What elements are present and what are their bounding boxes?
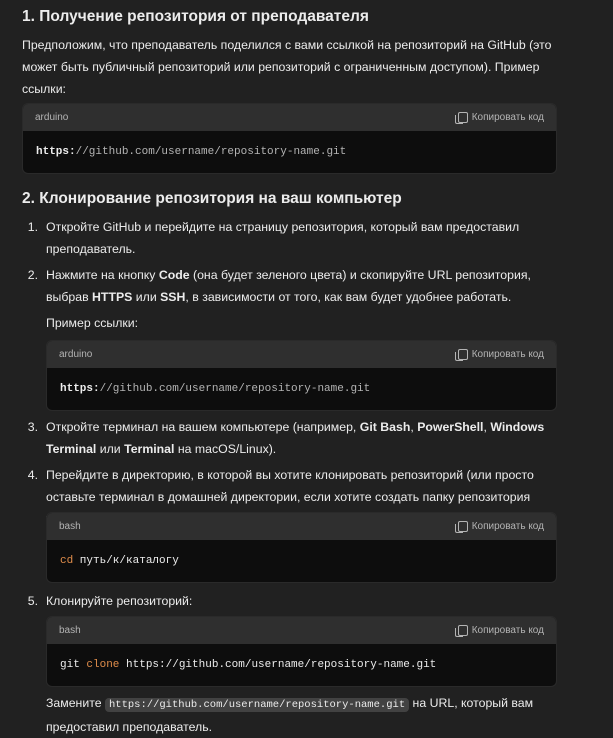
list-item: 5. Клонируйте репозиторий: — [22, 590, 556, 612]
copy-code-button[interactable]: Копировать код — [454, 620, 544, 642]
bold-text: Terminal — [124, 442, 175, 456]
text-run: на macOS/Linux). — [174, 442, 277, 456]
text-run: Нажмите на кнопку — [46, 268, 159, 282]
section-1-heading: 1. Получение репозитория от преподавател… — [22, 8, 369, 25]
copy-label: Копировать код — [471, 111, 544, 123]
code-language: bash — [59, 624, 81, 636]
code-language: arduino — [35, 111, 69, 123]
example-label-row: Пример ссылки: — [22, 312, 556, 334]
list-number: 2. — [27, 268, 38, 282]
copy-code-button[interactable]: Копировать код — [454, 516, 544, 538]
list-item-text: Откройте GitHub и перейдите на страницу … — [46, 220, 520, 256]
copy-icon — [454, 112, 468, 124]
bold-text: Code — [158, 268, 190, 282]
list-item: 1. Откройте GitHub и перейдите на страни… — [22, 216, 556, 260]
list-number: 4. — [27, 468, 38, 482]
code-token: git — [60, 659, 87, 671]
list-item-text: Клонируйте репозиторий: — [46, 594, 193, 608]
copy-icon — [454, 521, 468, 533]
code-block-1: arduino Копировать код https://github.co… — [22, 103, 557, 174]
bold-text: HTTPS — [92, 290, 133, 304]
copy-label: Копировать код — [471, 348, 544, 360]
code-token: https: — [36, 146, 76, 158]
code-content[interactable]: git clone https://github.com/username/re… — [47, 644, 556, 686]
copy-code-button[interactable]: Копировать код — [454, 107, 544, 129]
bold-text: PowerShell — [417, 420, 484, 434]
code-header: arduino Копировать код — [23, 104, 556, 131]
code-language: bash — [59, 520, 81, 532]
copy-label: Копировать код — [471, 520, 544, 532]
code-token: https://github.com/username/repository-n… — [119, 659, 437, 671]
section-1-paragraph: Предположим, что преподаватель поделился… — [22, 38, 552, 96]
text-run: Замените — [46, 696, 105, 710]
code-language: arduino — [59, 348, 93, 360]
copy-icon — [454, 349, 468, 361]
text-run: Откройте терминал на вашем компьютере (н… — [46, 420, 360, 434]
inline-code: https://github.com/username/repository-n… — [104, 698, 410, 712]
list-number: 5. — [27, 594, 38, 608]
copy-icon — [454, 625, 468, 637]
code-content[interactable]: https://github.com/username/repository-n… — [23, 131, 556, 173]
list-number: 1. — [27, 220, 38, 234]
list-item-text: Откройте терминал на вашем компьютере (н… — [46, 416, 556, 460]
code-keyword: cd — [60, 555, 74, 567]
replace-note: Замените https://github.com/username/rep… — [22, 692, 556, 738]
code-token: //github.com/username/repository-name.gi… — [75, 146, 347, 158]
code-token: //github.com/username/repository-name.gi… — [99, 383, 371, 395]
code-block-3: bash Копировать код cd путь/к/каталогу — [46, 512, 557, 583]
replace-note-text: Замените https://github.com/username/rep… — [46, 692, 556, 738]
text-run: , в зависимости от того, как вам будет у… — [185, 290, 512, 304]
code-block-2: arduino Копировать код https://github.co… — [46, 340, 557, 411]
code-token: https: — [60, 383, 100, 395]
code-content[interactable]: https://github.com/username/repository-n… — [47, 368, 556, 410]
code-content[interactable]: cd путь/к/каталогу — [47, 540, 556, 582]
code-token: путь/к/каталогу — [73, 555, 179, 567]
list-item: 3. Откройте терминал на вашем компьютере… — [22, 416, 556, 460]
text-run: или — [96, 442, 125, 456]
list-number: 3. — [27, 420, 38, 434]
section-2-heading: 2. Клонирование репозитория на ваш компь… — [22, 190, 402, 207]
copy-label: Копировать код — [471, 624, 544, 636]
code-header: bash Копировать код — [47, 513, 556, 540]
code-header: arduino Копировать код — [47, 341, 556, 368]
bold-text: SSH — [160, 290, 186, 304]
example-label: Пример ссылки: — [46, 316, 139, 330]
text-run: или — [132, 290, 161, 304]
list-item-text: Нажмите на кнопку Code (она будет зелено… — [46, 264, 556, 308]
list-item: 2. Нажмите на кнопку Code (она будет зел… — [22, 264, 556, 308]
copy-code-button[interactable]: Копировать код — [454, 344, 544, 366]
code-header: bash Копировать код — [47, 617, 556, 644]
code-block-4: bash Копировать код git clone https://gi… — [46, 616, 557, 687]
code-keyword: clone — [86, 659, 120, 671]
bold-text: Git Bash — [359, 420, 411, 434]
